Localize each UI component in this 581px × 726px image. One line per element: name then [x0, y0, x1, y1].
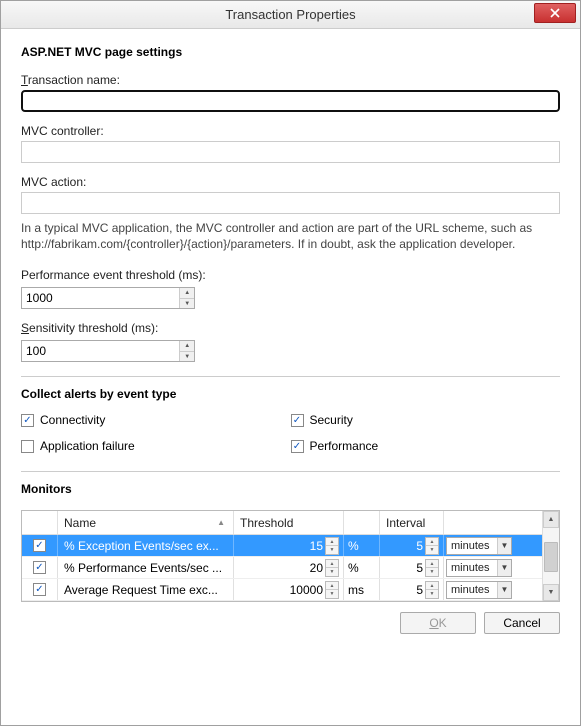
mvc-action-label: MVC action:: [21, 175, 560, 189]
interval-spinner[interactable]: ▲▼: [425, 581, 439, 599]
checkbox-icon: ✓: [21, 414, 34, 427]
chevron-down-icon: ▼: [497, 582, 511, 598]
spin-down-icon[interactable]: ▼: [180, 298, 194, 309]
appfailure-label: Application failure: [40, 439, 135, 453]
chevron-down-icon: ▼: [497, 538, 511, 554]
header-check[interactable]: [22, 511, 58, 534]
row-name: % Performance Events/sec ...: [58, 557, 234, 578]
mvc-controller-label: MVC controller:: [21, 124, 560, 138]
period-value: minutes: [447, 540, 497, 552]
header-unit: [344, 511, 380, 534]
scroll-thumb[interactable]: [544, 542, 558, 572]
close-icon: [550, 8, 560, 18]
row-checkbox[interactable]: ✓: [33, 583, 46, 596]
dialog-footer: OK Cancel: [21, 612, 560, 634]
table-header: Name Threshold Interval: [22, 511, 542, 535]
scroll-down-icon[interactable]: ▼: [543, 584, 559, 601]
row-unit: ms: [344, 583, 364, 597]
header-threshold[interactable]: Threshold: [234, 511, 344, 534]
separator: [21, 471, 560, 472]
security-checkbox[interactable]: ✓ Security: [291, 413, 561, 427]
row-unit: %: [344, 561, 359, 575]
alerts-title: Collect alerts by event type: [21, 387, 560, 401]
row-name: % Exception Events/sec ex...: [58, 535, 234, 556]
table-row[interactable]: ✓Average Request Time exc...10000▲▼ms5▲▼…: [22, 579, 542, 601]
row-interval[interactable]: 5: [380, 561, 425, 575]
period-dropdown[interactable]: minutes▼: [446, 581, 512, 599]
scroll-up-icon[interactable]: ▲: [543, 511, 559, 528]
perf-threshold-spinner[interactable]: ▲ ▼: [21, 287, 195, 309]
header-period: [444, 511, 518, 534]
interval-spinner[interactable]: ▲▼: [425, 559, 439, 577]
row-threshold[interactable]: 15: [234, 539, 325, 553]
titlebar: Transaction Properties: [1, 1, 580, 29]
chevron-down-icon: ▼: [497, 560, 511, 576]
checkbox-icon: ✓: [291, 440, 304, 453]
mvc-controller-input[interactable]: [21, 141, 560, 163]
scroll-track[interactable]: [543, 528, 559, 584]
row-checkbox[interactable]: ✓: [33, 561, 46, 574]
close-button[interactable]: [534, 3, 576, 23]
period-dropdown[interactable]: minutes▼: [446, 559, 512, 577]
sensitivity-input[interactable]: [22, 341, 179, 361]
header-name[interactable]: Name: [58, 511, 234, 534]
perf-threshold-input[interactable]: [22, 288, 179, 308]
monitors-title: Monitors: [21, 482, 560, 496]
period-dropdown[interactable]: minutes▼: [446, 537, 512, 555]
period-value: minutes: [447, 584, 497, 596]
performance-label: Performance: [310, 439, 379, 453]
row-checkbox[interactable]: ✓: [33, 539, 46, 552]
monitors-table: Name Threshold Interval ✓ % Exception Eve…: [21, 510, 560, 602]
header-interval[interactable]: Interval: [380, 511, 444, 534]
ok-button[interactable]: OK: [400, 612, 476, 634]
period-value: minutes: [447, 562, 497, 574]
interval-spinner[interactable]: ▲▼: [425, 537, 439, 555]
perf-threshold-label: Performance event threshold (ms):: [21, 268, 560, 282]
row-interval[interactable]: 5: [380, 583, 425, 597]
mvc-action-input[interactable]: [21, 192, 560, 214]
transaction-name-input[interactable]: [21, 90, 560, 112]
row-threshold[interactable]: 10000: [234, 583, 325, 597]
threshold-spinner[interactable]: ▲▼: [325, 537, 339, 555]
checkbox-icon: [21, 440, 34, 453]
sensitivity-spinner[interactable]: ▲ ▼: [21, 340, 195, 362]
security-label: Security: [310, 413, 353, 427]
window-title: Transaction Properties: [1, 7, 580, 22]
spin-up-icon[interactable]: ▲: [180, 288, 194, 298]
cancel-button[interactable]: Cancel: [484, 612, 560, 634]
mvc-help-text: In a typical MVC application, the MVC co…: [21, 220, 560, 252]
separator: [21, 376, 560, 377]
connectivity-checkbox[interactable]: ✓ Connectivity: [21, 413, 291, 427]
row-interval[interactable]: 5: [380, 539, 425, 553]
row-threshold[interactable]: 20: [234, 561, 325, 575]
transaction-name-label: Transaction name:: [21, 73, 560, 87]
checkbox-icon: ✓: [291, 414, 304, 427]
threshold-spinner[interactable]: ▲▼: [325, 581, 339, 599]
performance-checkbox[interactable]: ✓ Performance: [291, 439, 561, 453]
spin-down-icon[interactable]: ▼: [180, 351, 194, 362]
threshold-spinner[interactable]: ▲▼: [325, 559, 339, 577]
row-name: Average Request Time exc...: [58, 579, 234, 600]
sensitivity-label: Sensitivity threshold (ms):: [21, 321, 560, 335]
page-settings-title: ASP.NET MVC page settings: [21, 45, 560, 59]
row-unit: %: [344, 539, 359, 553]
appfailure-checkbox[interactable]: Application failure: [21, 439, 291, 453]
spin-up-icon[interactable]: ▲: [180, 341, 194, 351]
dialog-content: ASP.NET MVC page settings Transaction na…: [1, 29, 580, 725]
vertical-scrollbar[interactable]: ▲ ▼: [542, 511, 559, 601]
table-row[interactable]: ✓% Exception Events/sec ex...15▲▼%5▲▼min…: [22, 535, 542, 557]
table-row[interactable]: ✓% Performance Events/sec ...20▲▼%5▲▼min…: [22, 557, 542, 579]
connectivity-label: Connectivity: [40, 413, 105, 427]
